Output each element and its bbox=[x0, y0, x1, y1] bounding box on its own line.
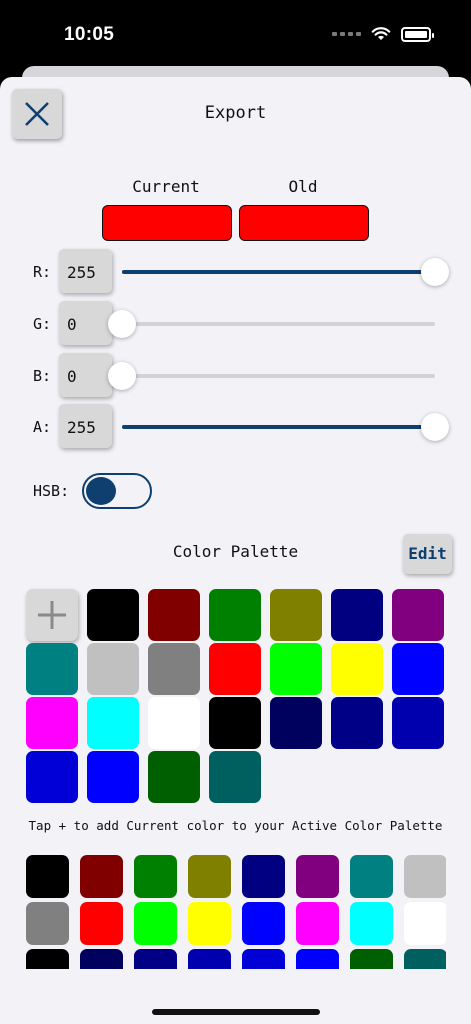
blue-slider-thumb[interactable] bbox=[108, 362, 136, 390]
color-choice-swatch[interactable] bbox=[242, 902, 285, 945]
color-choice-swatch[interactable] bbox=[26, 949, 69, 969]
palette-color-swatch[interactable] bbox=[26, 697, 78, 749]
palette-color-swatch[interactable] bbox=[87, 751, 139, 803]
color-choice-swatch[interactable] bbox=[80, 949, 123, 969]
color-choice-swatch[interactable] bbox=[404, 949, 446, 969]
old-color-swatch[interactable] bbox=[239, 205, 369, 241]
color-picker-sheet: Export Current Old R: 255 G: 0 B: 0 A: 2… bbox=[0, 77, 471, 1024]
palette-color-swatch[interactable] bbox=[270, 697, 322, 749]
green-slider[interactable] bbox=[108, 310, 435, 338]
color-choice-swatch[interactable] bbox=[404, 902, 446, 945]
palette-color-swatch[interactable] bbox=[26, 643, 78, 695]
red-slider-thumb[interactable] bbox=[421, 258, 449, 286]
palette-color-swatch[interactable] bbox=[392, 697, 444, 749]
palette-color-swatch[interactable] bbox=[270, 643, 322, 695]
color-choice-swatch[interactable] bbox=[242, 949, 285, 969]
blue-value-field[interactable]: 0 bbox=[59, 353, 112, 397]
palette-color-swatch[interactable] bbox=[392, 643, 444, 695]
color-choice-swatch[interactable] bbox=[188, 855, 231, 898]
current-color-swatch bbox=[102, 205, 232, 241]
color-choice-swatch[interactable] bbox=[188, 949, 231, 969]
color-choice-swatch[interactable] bbox=[134, 902, 177, 945]
palette-color-swatch[interactable] bbox=[209, 751, 261, 803]
old-color-label: Old bbox=[288, 177, 318, 196]
alpha-slider-row: A: 255 bbox=[0, 403, 471, 451]
blue-slider[interactable] bbox=[108, 362, 435, 390]
status-bar: 10:05 bbox=[0, 0, 471, 70]
home-indicator[interactable] bbox=[152, 1009, 320, 1015]
alpha-label: A: bbox=[33, 418, 52, 436]
color-choice-swatch[interactable] bbox=[80, 855, 123, 898]
color-choice-swatch[interactable] bbox=[26, 902, 69, 945]
red-value-field[interactable]: 255 bbox=[59, 249, 112, 293]
active-palette-grid bbox=[26, 589, 446, 803]
hsb-toggle-knob bbox=[86, 477, 116, 505]
color-choice-swatch[interactable] bbox=[242, 855, 285, 898]
palette-color-swatch[interactable] bbox=[331, 589, 383, 641]
current-color-label: Current bbox=[132, 177, 200, 196]
red-slider[interactable] bbox=[122, 258, 449, 286]
palette-color-swatch[interactable] bbox=[148, 589, 200, 641]
green-slider-row: G: 0 bbox=[0, 300, 471, 348]
color-choice-swatch[interactable] bbox=[350, 855, 393, 898]
page-title: Export bbox=[204, 103, 267, 123]
palette-color-swatch[interactable] bbox=[87, 643, 139, 695]
hsb-toggle[interactable] bbox=[82, 473, 152, 509]
color-choice-swatch[interactable] bbox=[26, 855, 69, 898]
palette-color-swatch[interactable] bbox=[331, 643, 383, 695]
cellular-signal-icon bbox=[332, 32, 361, 36]
alpha-slider-thumb[interactable] bbox=[421, 413, 449, 441]
add-color-button[interactable] bbox=[26, 589, 78, 641]
palette-color-swatch[interactable] bbox=[392, 589, 444, 641]
hsb-label: HSB: bbox=[33, 482, 70, 500]
blue-slider-row: B: 0 bbox=[0, 352, 471, 400]
color-choice-swatch[interactable] bbox=[296, 855, 339, 898]
color-choice-swatch[interactable] bbox=[134, 855, 177, 898]
palette-color-swatch[interactable] bbox=[26, 751, 78, 803]
red-slider-row: R: 255 bbox=[0, 248, 471, 296]
color-choice-swatch[interactable] bbox=[404, 855, 446, 898]
palette-color-swatch[interactable] bbox=[331, 697, 383, 749]
green-slider-thumb[interactable] bbox=[108, 310, 136, 338]
green-value-field[interactable]: 0 bbox=[59, 301, 112, 345]
battery-icon bbox=[401, 26, 434, 42]
blue-label: B: bbox=[33, 367, 52, 385]
red-label: R: bbox=[33, 263, 52, 281]
palette-color-swatch[interactable] bbox=[209, 643, 261, 695]
palette-color-swatch[interactable] bbox=[209, 589, 261, 641]
palette-color-swatch[interactable] bbox=[87, 697, 139, 749]
green-label: G: bbox=[33, 315, 52, 333]
wifi-icon bbox=[371, 27, 391, 40]
color-choice-swatch[interactable] bbox=[188, 902, 231, 945]
color-choice-swatch[interactable] bbox=[350, 949, 393, 969]
alpha-slider[interactable] bbox=[122, 413, 449, 441]
color-choice-swatch[interactable] bbox=[80, 902, 123, 945]
palette-color-swatch[interactable] bbox=[270, 589, 322, 641]
palette-color-swatch[interactable] bbox=[148, 751, 200, 803]
palette-color-swatch[interactable] bbox=[148, 643, 200, 695]
palette-hint: Tap + to add Current color to your Activ… bbox=[28, 818, 443, 833]
palette-color-swatch[interactable] bbox=[209, 697, 261, 749]
color-choice-swatch[interactable] bbox=[350, 902, 393, 945]
edit-palette-button[interactable]: Edit bbox=[403, 534, 452, 574]
status-time: 10:05 bbox=[64, 24, 115, 45]
color-choice-swatch[interactable] bbox=[134, 949, 177, 969]
all-colors-grid bbox=[26, 855, 446, 969]
alpha-value-field[interactable]: 255 bbox=[59, 404, 112, 448]
palette-color-swatch[interactable] bbox=[148, 697, 200, 749]
plus-icon bbox=[38, 601, 66, 629]
color-choice-swatch[interactable] bbox=[296, 949, 339, 969]
palette-title: Color Palette bbox=[172, 542, 299, 561]
all-colors-scroll[interactable] bbox=[26, 855, 446, 969]
color-choice-swatch[interactable] bbox=[296, 902, 339, 945]
status-icons bbox=[332, 26, 434, 42]
palette-color-swatch[interactable] bbox=[87, 589, 139, 641]
